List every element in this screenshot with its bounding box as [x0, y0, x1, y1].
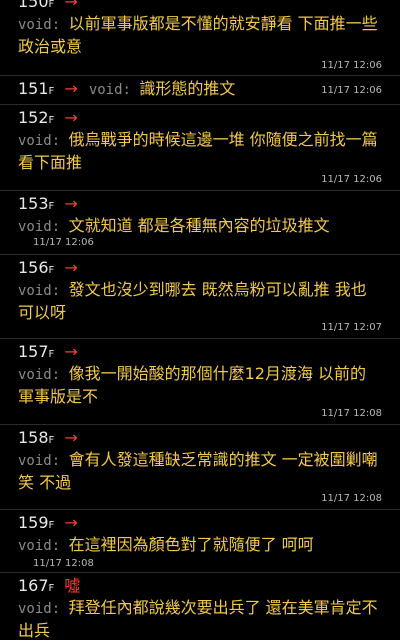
comment-text: 識形態的推文: [139, 79, 236, 98]
arrow-icon: →: [64, 342, 78, 361]
comment-content: void: 以前軍事版都是不懂的就安靜看 下面推一些政治或意: [18, 14, 378, 56]
timestamp: 11/17 12:08: [33, 558, 94, 569]
floor-number: 159F: [18, 513, 55, 532]
floor-number: 151F: [18, 79, 55, 98]
timestamp: 11/17 12:08: [321, 493, 382, 504]
floor-number: 158F: [18, 428, 55, 447]
username: void: [18, 133, 52, 149]
floor-number: 157F: [18, 342, 55, 361]
divider: [0, 572, 400, 573]
floor-line: 153F →: [18, 193, 78, 215]
divider: [0, 190, 400, 191]
floor-number: 152F: [18, 108, 55, 127]
username: void: [18, 367, 52, 383]
floor-line: 150F →: [18, 0, 78, 13]
username: void: [18, 17, 52, 33]
comment-text: 會有人發這種缺乏常識的推文 一定被圍剿嘲笑 不過: [18, 450, 378, 492]
comment-content: void: 像我一開始酸的那個什麼12月渡海 以前的軍事版是不: [18, 364, 367, 406]
timestamp: 11/17 12:06: [321, 85, 382, 96]
floor-number: 150F: [18, 0, 55, 11]
username: void: [18, 601, 52, 617]
floor-number: 156F: [18, 258, 55, 277]
comment-content: void: 發文也沒少到哪去 既然烏粉可以亂推 我也可以呀: [18, 280, 367, 322]
timestamp: 11/17 12:08: [321, 408, 382, 419]
comment-text: 在這裡因為顏色對了就隨便了 呵呵: [68, 535, 314, 554]
floor-number: 153F: [18, 194, 55, 213]
arrow-icon: →: [64, 79, 78, 98]
comment-text: 發文也沒少到哪去 既然烏粉可以亂推 我也可以呀: [18, 280, 367, 322]
divider: [0, 509, 400, 510]
floor-line: 156F →: [18, 257, 78, 279]
username: void: [18, 283, 52, 299]
comment-content: void: 文就知道 都是各種無內容的垃圾推文: [18, 216, 330, 235]
timestamp: 11/17 12:06: [33, 237, 94, 248]
arrow-icon: →: [64, 513, 78, 532]
comment-text: 以前軍事版都是不懂的就安靜看 下面推一些政治或意: [18, 14, 378, 56]
boo-tag: 噓: [64, 576, 81, 595]
comment-content: void: 會有人發這種缺乏常識的推文 一定被圍剿嘲笑 不過: [18, 450, 378, 492]
divider: [0, 424, 400, 425]
floor-line: 157F →: [18, 341, 78, 363]
arrow-icon: →: [64, 428, 78, 447]
floor-line: 167F 噓: [18, 575, 80, 597]
divider: [0, 75, 400, 76]
comment-content: void: 俄烏戰爭的時候這邊一堆 你隨便之前找一篇看下面推: [18, 130, 378, 172]
comment-thread[interactable]: 150F → void: 以前軍事版都是不懂的就安靜看 下面推一些政治或意 11/…: [0, 0, 400, 640]
divider: [0, 104, 400, 105]
arrow-icon: →: [64, 258, 78, 277]
username: void: [18, 453, 52, 469]
arrow-icon: →: [64, 194, 78, 213]
arrow-icon: →: [64, 108, 78, 127]
username: void: [18, 538, 52, 554]
comment-text: 俄烏戰爭的時候這邊一堆 你隨便之前找一篇看下面推: [18, 130, 378, 172]
arrow-icon: →: [64, 0, 78, 11]
timestamp: 11/17 12:06: [321, 60, 382, 71]
timestamp: 11/17 12:07: [321, 322, 382, 333]
comment-text: 拜登任內都說幾次要出兵了 還在美軍肯定不出兵: [18, 598, 378, 640]
divider: [0, 338, 400, 339]
floor-line: 151F → void: 識形態的推文: [18, 79, 236, 98]
floor-line: 152F →: [18, 107, 78, 129]
divider: [0, 254, 400, 255]
comment-content: void: 在這裡因為顏色對了就隨便了 呵呵: [18, 535, 314, 554]
floor-number: 167F: [18, 576, 55, 595]
comment-content: void: 拜登任內都說幾次要出兵了 還在美軍肯定不出兵: [18, 598, 378, 640]
comment-text: 像我一開始酸的那個什麼12月渡海 以前的軍事版是不: [18, 364, 367, 406]
floor-line: 158F →: [18, 427, 78, 449]
username: void: [88, 82, 123, 98]
username: void: [18, 219, 52, 235]
timestamp: 11/17 12:06: [321, 174, 382, 185]
comment-text: 文就知道 都是各種無內容的垃圾推文: [68, 216, 330, 235]
floor-line: 159F →: [18, 512, 78, 534]
